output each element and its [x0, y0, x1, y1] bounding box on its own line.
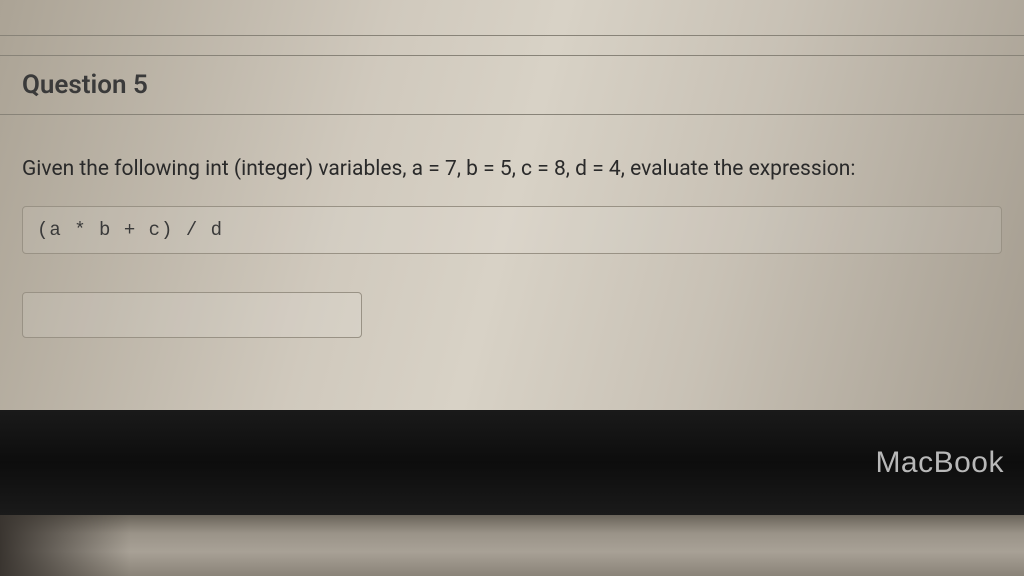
question-prompt: Given the following int (integer) variab… — [22, 155, 1002, 184]
quiz-screen: Question 5 Given the following int (inte… — [0, 0, 1024, 410]
laptop-brand-label: MacBook — [875, 446, 1004, 480]
hinge-shadow — [0, 515, 130, 576]
question-header: Question 5 — [0, 55, 1024, 115]
answer-input[interactable] — [22, 292, 362, 338]
top-divider — [0, 35, 1024, 36]
laptop-hinge — [0, 515, 1024, 576]
question-body: Given the following int (integer) variab… — [22, 155, 1002, 338]
laptop-bezel: MacBook — [0, 410, 1024, 515]
code-expression: (a * b + c) / d — [22, 206, 1002, 254]
question-title: Question 5 — [22, 70, 148, 100]
